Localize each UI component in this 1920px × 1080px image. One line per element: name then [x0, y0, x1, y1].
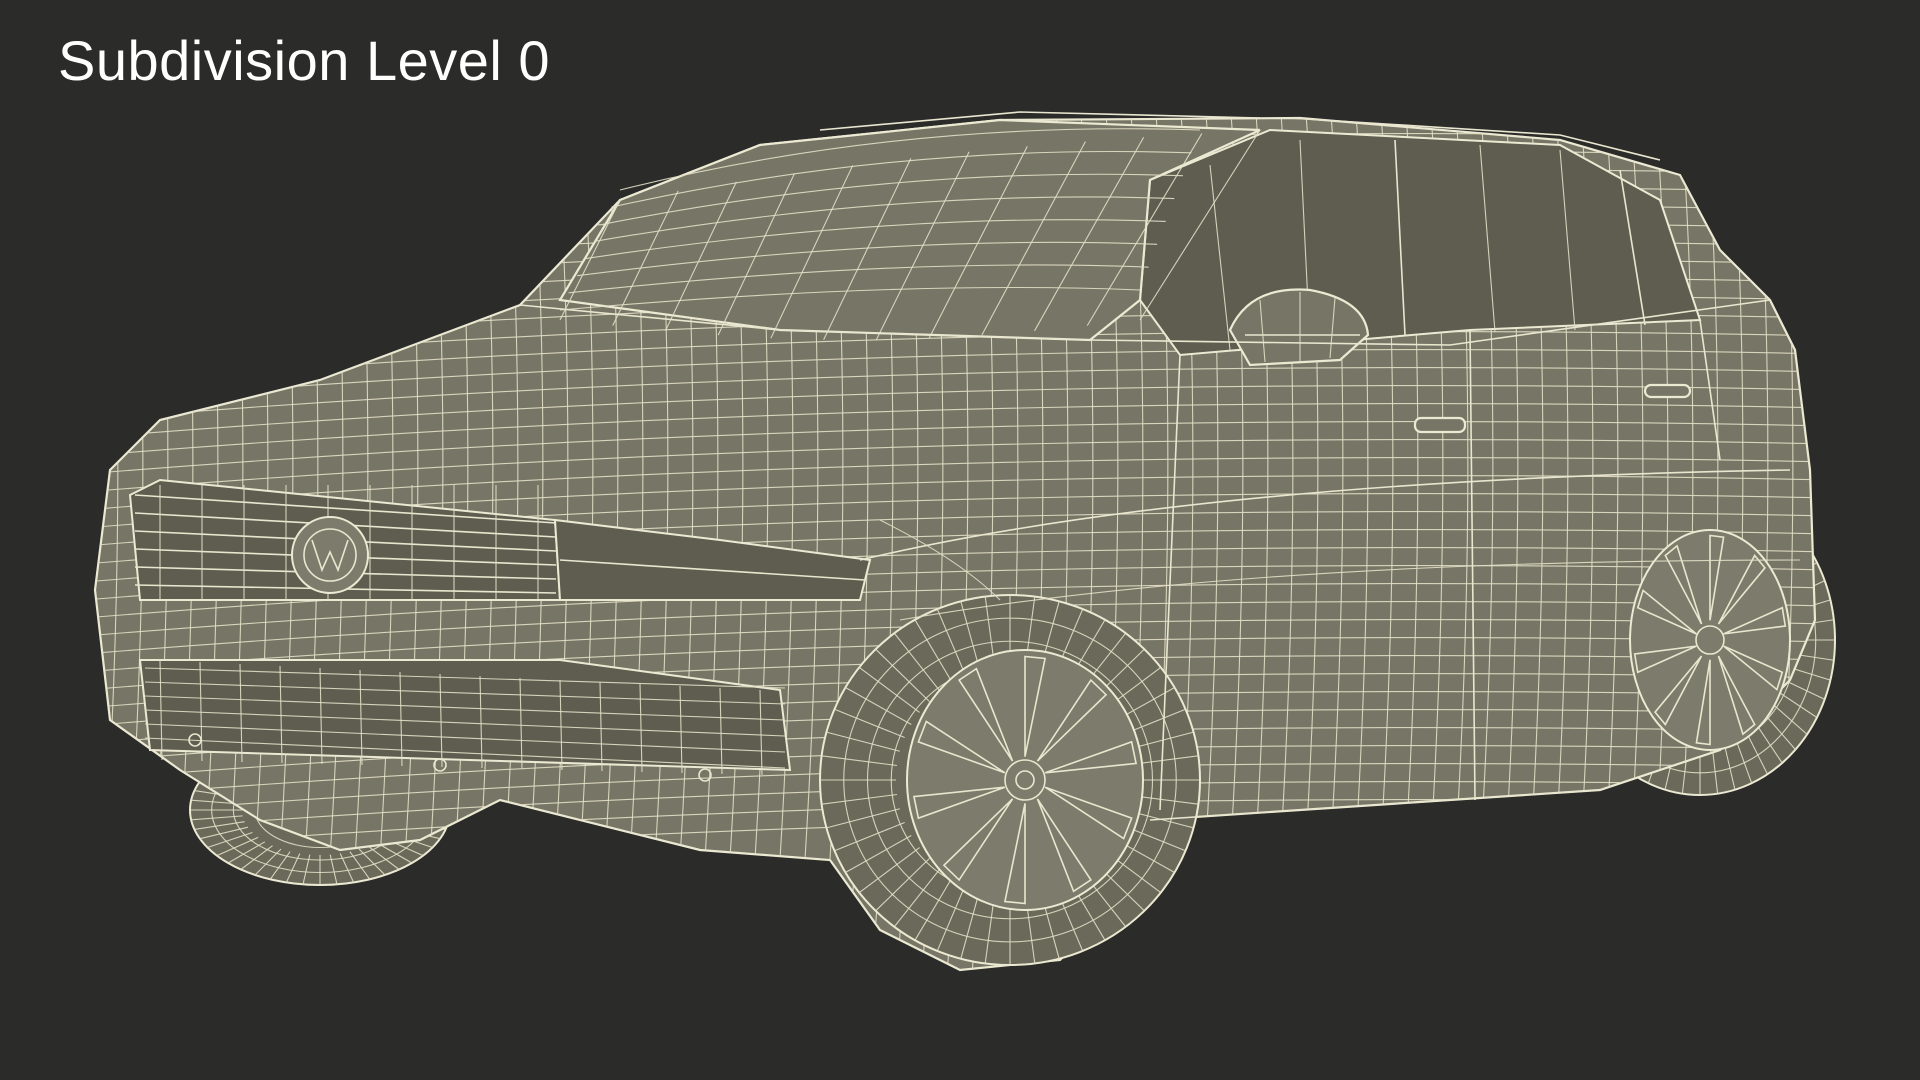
suv-wireframe-model: [70, 100, 1836, 1000]
front-tire: [819, 594, 1201, 966]
brand-emblem-icon: [291, 516, 369, 594]
rear-wheel-rim: [1629, 529, 1791, 751]
render-viewport: Subdivision Level 0: [0, 0, 1920, 1080]
mesh-edge-vertical: [70, 100, 93, 1000]
